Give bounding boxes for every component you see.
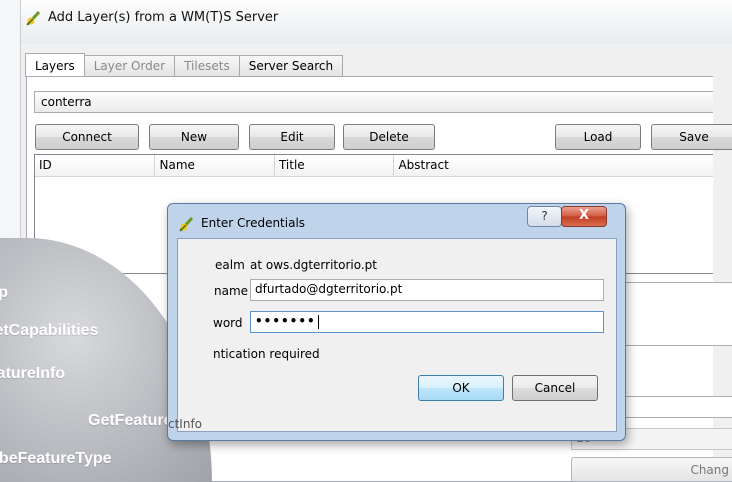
realm-label: ealm (215, 258, 245, 272)
change-button[interactable]: Chang (571, 457, 732, 482)
username-field[interactable]: dfurtado@dgterritorio.pt (250, 279, 604, 301)
tab-server-search[interactable]: Server Search (238, 55, 344, 77)
delete-button[interactable]: Delete (343, 124, 435, 150)
qgis-logo-icon (26, 10, 41, 26)
ok-button[interactable]: OK (418, 375, 504, 401)
cancel-button[interactable]: Cancel (512, 375, 598, 401)
username-label: name (214, 284, 249, 298)
slide-line-getcapabilities: GetCapabilities (0, 322, 99, 339)
slide-line-map: Map (0, 284, 8, 301)
realm-value: at ows.dgterritorio.pt (250, 258, 377, 272)
load-button[interactable]: Load (555, 124, 641, 150)
edit-button[interactable]: Edit (249, 124, 335, 150)
connection-select[interactable]: conterra (34, 91, 713, 113)
connect-button[interactable]: Connect (35, 124, 139, 150)
window-titlebar: Add Layer(s) from a WM(T)S Server (21, 0, 732, 44)
tab-tilesets[interactable]: Tilesets (174, 55, 240, 77)
password-field[interactable]: ••••••• (250, 311, 604, 333)
slide-line-getfeature: GetFeature (88, 412, 173, 429)
help-button[interactable]: ? (527, 206, 562, 227)
dialog-body: ealm at ows.dgterritorio.pt name dfurtad… (168, 238, 617, 432)
column-header-title[interactable]: Title (275, 155, 395, 176)
tab-layer-order[interactable]: Layer Order (83, 55, 176, 77)
save-button[interactable]: Save (651, 124, 732, 150)
window-title: Add Layer(s) from a WM(T)S Server (48, 10, 279, 25)
close-button[interactable]: X (561, 206, 607, 227)
credentials-dialog: Enter Credentials ? X ealm at ows.dgterr… (167, 203, 626, 441)
column-header-name[interactable]: Name (155, 155, 275, 176)
partial-bottom-label: ctInfo (168, 417, 203, 431)
password-value: ••••••• (255, 314, 316, 328)
auth-required-message: ntication required (213, 347, 320, 361)
table-header: ID Name Title Abstract (35, 155, 713, 177)
tab-layers[interactable]: Layers (25, 53, 85, 77)
text-caret (317, 314, 319, 329)
slide-line-describefeaturetype: DescribeFeatureType (0, 450, 112, 467)
column-header-id[interactable]: ID (35, 155, 156, 176)
tab-bar: Layers Layer Order Tilesets Server Searc… (25, 53, 344, 77)
dialog-title: Enter Credentials (201, 216, 306, 230)
password-label: word (213, 316, 243, 330)
column-header-abstract[interactable]: Abstract (394, 155, 713, 176)
qgis-logo-icon (179, 216, 194, 232)
new-button[interactable]: New (149, 124, 239, 150)
slide-line-featureinfo: FeatureInfo (0, 365, 66, 382)
